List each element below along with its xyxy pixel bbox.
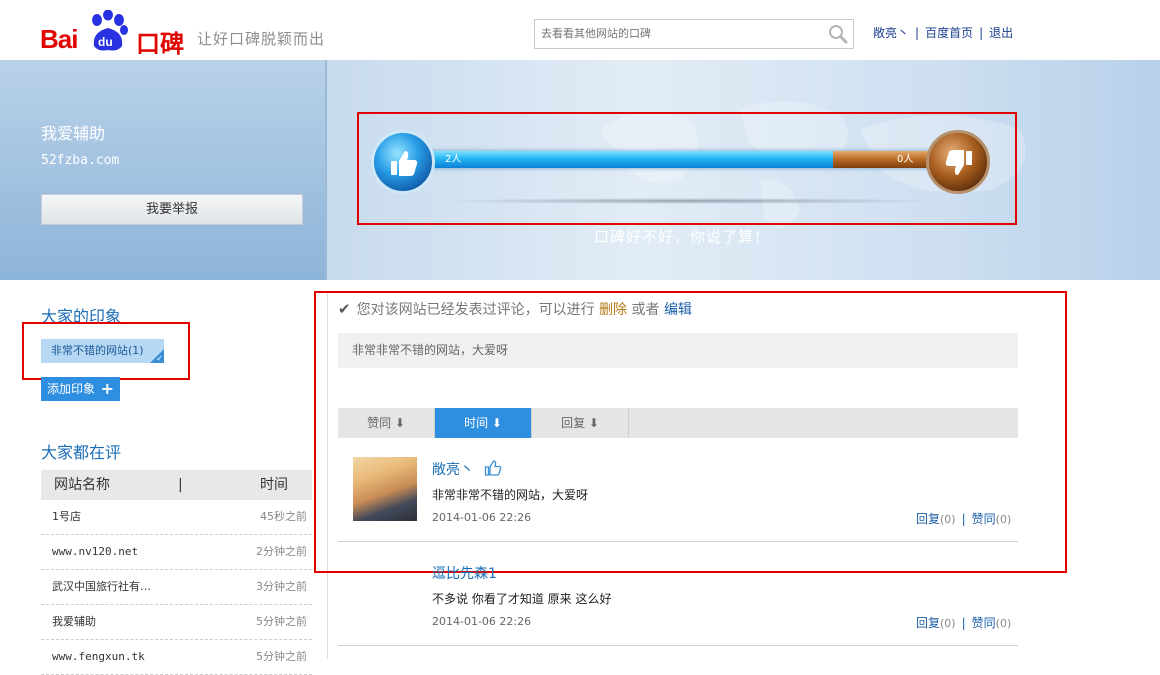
search-box xyxy=(534,19,854,49)
agree-count: (0) xyxy=(995,617,1012,630)
report-button[interactable]: 我要举报 xyxy=(41,194,303,225)
table-row[interactable]: 我爱辅助 5分钟之前 xyxy=(41,605,312,640)
check-icon: ✓ xyxy=(156,354,163,363)
sort-tab-agree[interactable]: 赞同 ⬇ xyxy=(338,408,435,438)
comment-username[interactable]: 敞亮丶 xyxy=(432,459,474,479)
reply-link[interactable]: 回复 xyxy=(916,616,940,630)
my-comment: 非常非常不错的网站，大爱呀 xyxy=(338,333,1018,368)
row-time: 5分钟之前 xyxy=(256,615,307,628)
column-site-name: 网站名称 xyxy=(54,477,110,493)
row-site-name: www.fengxun.tk xyxy=(52,650,145,663)
avatar[interactable] xyxy=(353,457,417,521)
baidu-koubei-logo[interactable]: Bai du 口碑 xyxy=(40,6,190,58)
already-reviewed-notice: ✔ 您对该网站已经发表过评论，可以进行 删除 或者 编辑 xyxy=(338,299,692,319)
separator: | xyxy=(979,26,984,40)
sort-tab-time[interactable]: 时间 ⬇ xyxy=(435,408,532,438)
reply-count: (0) xyxy=(940,513,956,526)
table-row[interactable]: 1号店 45秒之前 xyxy=(41,500,312,535)
good-count-label: 2人 xyxy=(445,154,462,165)
comment-text: 不多说 你看了才知道 原来 这么好 xyxy=(432,592,612,606)
thumbs-up-icon xyxy=(484,460,502,476)
header: Bai du 口碑 让好口碑脱颖而出 敞亮丶 | 百度首页 | 退出 xyxy=(0,0,1160,60)
row-time: 5分钟之前 xyxy=(256,650,307,663)
vote-meter-highlight xyxy=(357,112,1017,225)
logo-du-text: du xyxy=(98,35,113,49)
slogan: 让好口碑脱颖而出 xyxy=(197,30,326,48)
site-info-panel xyxy=(0,60,325,280)
checkmark-icon: ✔ xyxy=(338,300,351,318)
row-time: 2分钟之前 xyxy=(256,545,307,558)
delete-link[interactable]: 删除 xyxy=(599,302,627,318)
site-name: 我爱辅助 xyxy=(41,124,106,143)
reply-count: (0) xyxy=(940,617,956,630)
vote-ratio-bar xyxy=(420,151,950,168)
comment-divider xyxy=(338,541,1018,542)
comment-actions: 回复(0) | 赞同(0) xyxy=(916,614,1011,631)
agree-count: (0) xyxy=(995,513,1012,526)
user-link[interactable]: 敞亮丶 xyxy=(873,26,909,40)
column-separator: | xyxy=(178,477,183,493)
column-time: 时间 xyxy=(260,477,288,493)
sort-tab-reply[interactable]: 回复 ⬇ xyxy=(532,408,629,438)
tagline: 口碑好不好，你说了算！ xyxy=(594,228,771,246)
thumbs-down-button[interactable] xyxy=(926,130,990,194)
agree-link[interactable]: 赞同 xyxy=(972,512,996,526)
thumbs-down-icon xyxy=(945,150,972,175)
site-domain: 52fzba.com xyxy=(41,153,120,168)
logo-koubei-text: 口碑 xyxy=(136,30,184,58)
table-row[interactable]: 武汉中国旅行社有… 3分钟之前 xyxy=(41,570,312,605)
row-time: 3分钟之前 xyxy=(256,580,307,593)
agree-link[interactable]: 赞同 xyxy=(972,616,996,630)
site-banner: 我爱辅助 52fzba.com 我要举报 2人 0人 口碑好不好，你说了算！ xyxy=(0,60,1160,280)
comment-username[interactable]: 逗比先森1 xyxy=(432,563,497,583)
meter-shadow xyxy=(440,198,940,204)
baidu-home-link[interactable]: 百度首页 xyxy=(925,26,973,40)
table-row[interactable]: www.fengxun.tk 5分钟之前 xyxy=(41,640,312,675)
add-impression-button[interactable]: 添加印象 + xyxy=(41,377,120,401)
plus-icon: + xyxy=(100,379,114,398)
thumbs-up-button[interactable] xyxy=(371,130,435,194)
table-row[interactable]: www.nv120.net 2分钟之前 xyxy=(41,535,312,570)
good-votes-fill xyxy=(420,151,833,168)
reply-link[interactable]: 回复 xyxy=(916,512,940,526)
logo-bai-text: Bai xyxy=(40,24,78,54)
search-input[interactable] xyxy=(535,20,821,46)
sort-bar: 赞同 ⬇ 时间 ⬇ 回复 ⬇ xyxy=(338,408,1018,438)
logout-link[interactable]: 退出 xyxy=(989,26,1013,40)
comment-actions: 回复(0) | 赞同(0) xyxy=(916,510,1011,527)
row-site-name: 武汉中国旅行社有… xyxy=(52,580,151,593)
thumbs-up-icon xyxy=(391,151,418,176)
top-links: 敞亮丶 | 百度首页 | 退出 xyxy=(873,24,1013,41)
row-time: 45秒之前 xyxy=(260,510,307,523)
notice-or: 或者 xyxy=(631,302,660,318)
notice-text: 您对该网站已经发表过评论，可以进行 xyxy=(356,302,595,318)
row-site-name: www.nv120.net xyxy=(52,545,139,558)
impression-tag-label: 非常不错的网站 xyxy=(51,344,128,357)
banner-divider xyxy=(325,60,327,280)
separator: | xyxy=(961,512,966,526)
impression-tag-count: (1) xyxy=(128,344,144,357)
comment-date: 2014-01-06 22:26 xyxy=(432,511,532,524)
reviews-table-header: 网站名称 | 时间 xyxy=(41,470,312,500)
separator: | xyxy=(915,26,920,40)
separator: | xyxy=(961,616,966,630)
comment-date: 2014-01-06 22:26 xyxy=(432,615,532,628)
add-impression-label: 添加印象 xyxy=(47,382,96,396)
comment-text: 非常非常不错的网站，大爱呀 xyxy=(432,488,589,502)
row-site-name: 我爱辅助 xyxy=(52,615,96,628)
edit-link[interactable]: 编辑 xyxy=(664,302,692,318)
bad-count-label: 0人 xyxy=(897,154,914,165)
paw-icon: du xyxy=(92,10,128,51)
reviews-list-title: 大家都在评 xyxy=(41,443,122,462)
search-icon[interactable] xyxy=(827,23,849,45)
impression-tag[interactable]: 非常不错的网站(1) ✓ xyxy=(41,339,164,363)
row-site-name: 1号店 xyxy=(52,510,81,523)
comment-divider xyxy=(338,645,1018,646)
